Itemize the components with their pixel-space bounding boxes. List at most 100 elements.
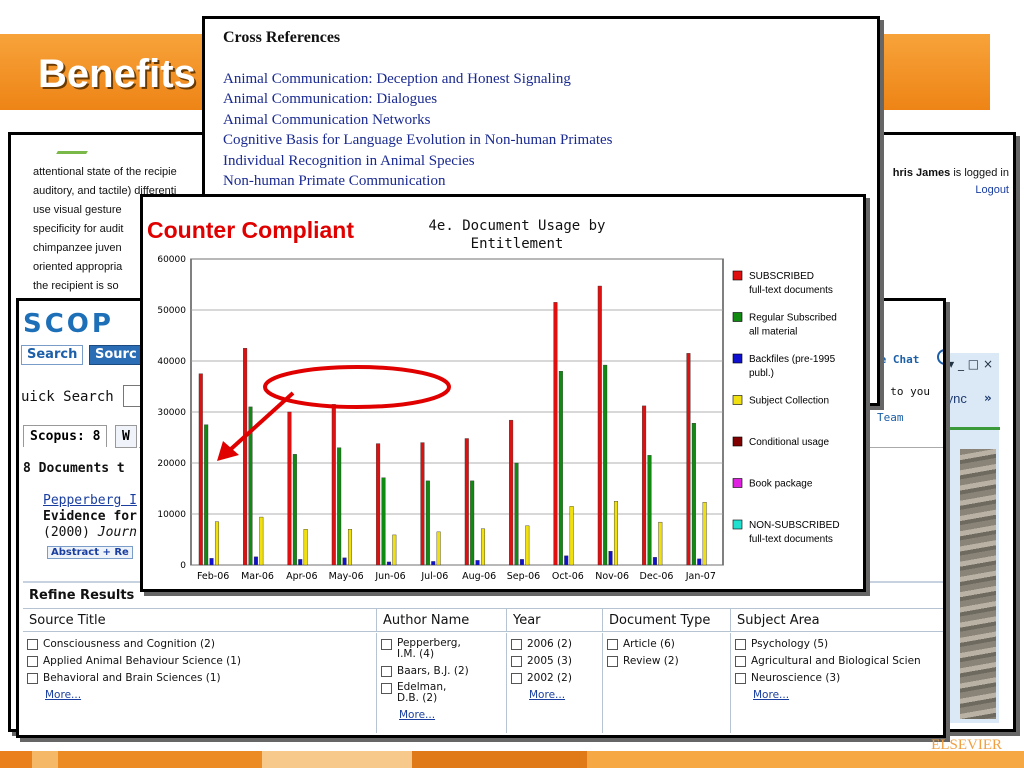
- checkbox[interactable]: [381, 639, 392, 650]
- option-label: 2005 (3): [527, 655, 572, 667]
- option-label: Pepperberg, I.M. (4): [397, 637, 461, 660]
- result-title[interactable]: Evidence for: [43, 509, 137, 524]
- legend-label: Conditional usage: [749, 437, 829, 448]
- chart-title-line: 4e. Document Usage by: [428, 218, 606, 234]
- refine-option[interactable]: Article (6): [607, 638, 726, 650]
- cross-reference-link[interactable]: Animal Communication Networks: [223, 110, 613, 130]
- tab-scopus-results[interactable]: Scopus: 8: [23, 425, 108, 447]
- elsevier-logo: ELSEVIER: [931, 737, 1002, 753]
- chart-bar: [420, 442, 425, 566]
- chart-bar: [608, 551, 613, 566]
- search-tab[interactable]: Search: [21, 345, 84, 365]
- result-source: (2000) Journ: [43, 525, 137, 540]
- cross-reference-link[interactable]: Animal Communication: Deception and Hone…: [223, 69, 613, 89]
- checkbox[interactable]: [607, 639, 618, 650]
- refine-option[interactable]: Review (2): [607, 655, 726, 667]
- x-tick-label: Mar-06: [241, 571, 274, 582]
- refine-option[interactable]: Agricultural and Biological Scien: [735, 655, 941, 667]
- chart-bar: [702, 502, 707, 566]
- y-tick-label: 50000: [157, 306, 186, 316]
- x-tick-label: Apr-06: [286, 571, 317, 582]
- refine-option[interactable]: Psychology (5): [735, 638, 941, 650]
- checkbox[interactable]: [27, 639, 38, 650]
- chart-bar: [253, 556, 258, 566]
- option-label: Neuroscience (3): [751, 672, 841, 684]
- document-type-column: Article (6) Review (2): [603, 633, 731, 733]
- refine-option[interactable]: Edelman, D.B. (2): [381, 682, 502, 704]
- refine-option[interactable]: 2005 (3): [511, 655, 598, 667]
- cross-reference-link[interactable]: Non-human Primate Communication: [223, 171, 613, 191]
- sent-to-line: t to you b: [877, 385, 930, 411]
- help-icon[interactable]: ?: [937, 349, 943, 365]
- checkbox[interactable]: [735, 673, 746, 684]
- chart-bar: [691, 423, 696, 566]
- legend-swatch: [732, 395, 743, 405]
- result-author-link[interactable]: Pepperberg I: [43, 493, 137, 508]
- refine-option[interactable]: Pepperberg, I.M. (4): [381, 638, 502, 660]
- author-column: Pepperberg, I.M. (4) Baars, B.J. (2) Ede…: [377, 633, 507, 733]
- chart-bar: [259, 516, 264, 566]
- chevron-more-icon[interactable]: »: [984, 391, 992, 405]
- quick-search-input[interactable]: [123, 385, 141, 407]
- chart-bar: [292, 454, 297, 566]
- checkbox[interactable]: [511, 639, 522, 650]
- cross-reference-link[interactable]: Animal Communication: Dialogues: [223, 89, 613, 109]
- more-link[interactable]: More...: [529, 689, 598, 701]
- chart-bar: [381, 477, 386, 566]
- result-journal: Journ: [97, 525, 137, 540]
- refine-option[interactable]: Behavioral and Brain Sciences (1): [27, 672, 372, 684]
- refine-option[interactable]: Baars, B.J. (2): [381, 665, 502, 677]
- checkbox[interactable]: [27, 656, 38, 667]
- chart-bar: [198, 373, 203, 566]
- more-link[interactable]: More...: [45, 689, 372, 701]
- checkbox[interactable]: [381, 683, 392, 694]
- chart-bar: [697, 558, 702, 566]
- option-label: Behavioral and Brain Sciences (1): [43, 672, 221, 684]
- checkbox[interactable]: [381, 666, 392, 677]
- refine-option[interactable]: Applied Animal Behaviour Science (1): [27, 655, 372, 667]
- window-controls[interactable]: ▾ _ □ ×: [948, 357, 993, 371]
- sources-tab[interactable]: Sourc: [89, 345, 143, 365]
- refine-option[interactable]: Neuroscience (3): [735, 672, 941, 684]
- checkbox[interactable]: [511, 656, 522, 667]
- refine-option[interactable]: Consciousness and Cognition (2): [27, 638, 372, 650]
- checkbox[interactable]: [607, 656, 618, 667]
- chart-bar: [475, 560, 480, 566]
- chart-bar: [686, 353, 691, 566]
- column-source-title: Source Title: [23, 609, 377, 631]
- checkbox[interactable]: [735, 656, 746, 667]
- legend-label: SUBSCRIBED: [749, 271, 814, 282]
- option-label: Baars, B.J. (2): [397, 665, 469, 677]
- checkbox[interactable]: [511, 673, 522, 684]
- more-link[interactable]: More...: [753, 689, 941, 701]
- chart-bar: [603, 364, 608, 566]
- logout-link[interactable]: Logout: [893, 182, 1009, 199]
- cross-reference-link[interactable]: Cognitive Basis for Language Evolution i…: [223, 130, 613, 150]
- chart-bar: [287, 411, 292, 566]
- checkbox[interactable]: [735, 639, 746, 650]
- chart-title: 4e. Document Usage by Entitlement: [407, 217, 627, 253]
- option-label: Consciousness and Cognition (2): [43, 638, 215, 650]
- chart-bar: [436, 531, 441, 566]
- legend-label: Subject Collection: [749, 396, 829, 407]
- footer-color-block: [32, 751, 58, 768]
- abstract-references-button[interactable]: Abstract + Re: [47, 546, 133, 559]
- slide-title: Benefits: [38, 52, 196, 96]
- option-label: Applied Animal Behaviour Science (1): [43, 655, 242, 667]
- option-label: 2002 (2): [527, 672, 572, 684]
- scopus-logo: SCOP: [23, 309, 114, 339]
- more-link[interactable]: More...: [399, 709, 502, 721]
- chart-bar: [464, 438, 469, 566]
- checkbox[interactable]: [27, 673, 38, 684]
- tab-web-results[interactable]: W: [115, 425, 137, 448]
- result-year: (2000): [43, 525, 98, 540]
- refine-option[interactable]: 2006 (2): [511, 638, 598, 650]
- chart-bar: [613, 501, 618, 566]
- refine-option[interactable]: 2002 (2): [511, 672, 598, 684]
- chart-bar: [519, 559, 524, 566]
- legend-label: NON-SUBSCRIBED: [749, 520, 840, 531]
- chart-bar: [337, 447, 342, 566]
- usage-chart: 0 10000 20000 30000 40000 50000 60000 Feb-06 Mar…: [157, 255, 840, 582]
- team-link[interactable]: Team: [877, 411, 943, 424]
- cross-reference-link[interactable]: Individual Recognition in Animal Species: [223, 151, 613, 171]
